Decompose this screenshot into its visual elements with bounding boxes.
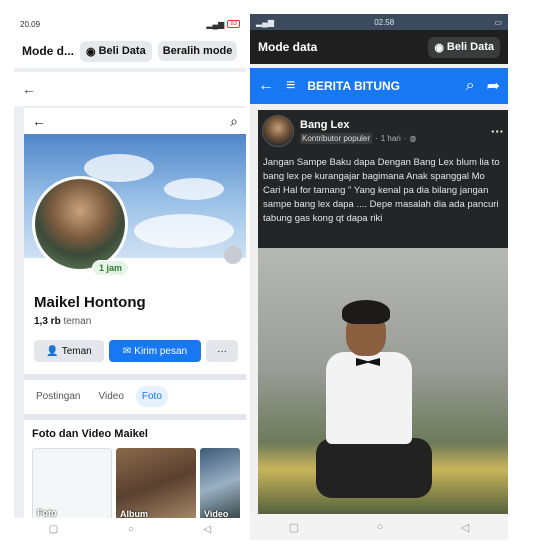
search-icon[interactable]: ⌕ <box>230 113 238 130</box>
post-photo[interactable] <box>258 248 508 518</box>
friends-button[interactable]: 👤 Teman <box>34 340 104 362</box>
video-thumbnail[interactable]: Video <box>200 448 240 518</box>
back-nav-icon[interactable]: ◁ <box>461 521 469 534</box>
active-badge: 1 jam <box>92 260 130 276</box>
signal-icon: ▂▄▆ <box>206 19 225 29</box>
mode-title: Mode data <box>258 40 318 54</box>
profile-tabs: Postingan Video Foto <box>30 386 168 407</box>
profile-avatar[interactable] <box>32 176 128 272</box>
profile-card: ← ⌕ 1 jam Maikel Hontong 1,3 rb teman 👤 … <box>24 108 246 518</box>
share-icon[interactable]: ➦ <box>487 76 500 96</box>
camera-icon[interactable] <box>224 246 242 264</box>
post-meta: Kontributor populer · 1 hari · ◍ <box>300 132 417 144</box>
tab-photo[interactable]: Foto <box>135 386 168 407</box>
contributor-badge: Kontributor populer <box>300 132 373 144</box>
recents-icon[interactable]: ▢ <box>289 521 299 534</box>
mode-title: Mode d... <box>22 44 74 58</box>
profile-name: Maikel Hontong <box>34 294 146 311</box>
menu-icon[interactable]: ≡ <box>286 77 295 95</box>
home-icon[interactable]: ○ <box>377 521 384 533</box>
divider <box>24 374 246 380</box>
globe-icon: ◍ <box>409 133 417 143</box>
tab-video[interactable]: Video <box>92 386 129 407</box>
mode-bar: Mode data ◉ Beli Data <box>250 30 508 64</box>
back-nav-icon[interactable]: ◁ <box>203 524 211 535</box>
send-message-button[interactable]: ✉ Kirim pesan <box>109 340 201 362</box>
data-icon: ◉ <box>434 41 444 54</box>
signal-icon: ▂▄▆ <box>256 17 274 27</box>
post-time[interactable]: 1 hari <box>381 134 401 143</box>
section-title: Foto dan Video Maikel <box>32 428 148 440</box>
home-icon[interactable]: ○ <box>128 524 134 535</box>
divider <box>24 414 246 420</box>
post-text: Jangan Sampe Baku dapa Dengan Bang Lex b… <box>263 157 500 224</box>
author-avatar[interactable] <box>262 115 294 147</box>
battery-icon: 83 <box>227 20 240 28</box>
post-options-icon[interactable]: ··· <box>491 124 504 139</box>
back-bar: ← <box>14 72 246 106</box>
search-icon[interactable]: ⌕ <box>466 77 475 95</box>
tab-posts[interactable]: Postingan <box>30 386 86 407</box>
status-bar: ▂▄▆ 02.58 ▭ <box>250 14 508 30</box>
messenger-icon: ✉ <box>122 345 132 357</box>
left-phone-screen: 20.09 ▂▄▆ 83 Mode d... ◉ Beli Data Beral… <box>14 14 246 540</box>
page-header: ← ≡ BERITA BITUNG ⌕ ➦ <box>250 68 508 104</box>
friends-count[interactable]: 1,3 rb teman <box>34 316 91 327</box>
profile-actions: 👤 Teman ✉ Kirim pesan ··· <box>34 340 238 362</box>
post-header: Bang Lex Kontributor populer · 1 hari · … <box>258 110 508 152</box>
mode-bar: Mode d... ◉ Beli Data Beralih mode <box>14 34 246 68</box>
system-nav-bar: ▢ ○ ◁ <box>14 518 246 540</box>
buy-data-button[interactable]: ◉ Beli Data <box>428 36 500 58</box>
author-name[interactable]: Bang Lex <box>300 119 416 131</box>
media-thumbnails: Foto Album Video <box>32 448 240 518</box>
battery-icon: ▭ <box>494 17 502 27</box>
album-thumbnail[interactable]: Album <box>116 448 196 518</box>
buy-data-button[interactable]: ◉ Beli Data <box>80 40 152 62</box>
profile-topbar: ← ⌕ <box>24 108 246 134</box>
data-icon: ◉ <box>86 45 96 58</box>
back-arrow-icon[interactable]: ← <box>32 113 46 129</box>
back-arrow-icon[interactable]: ← <box>22 81 36 97</box>
status-time: 20.09 <box>20 19 41 29</box>
person-icon: 👤 <box>46 345 59 357</box>
recents-icon[interactable]: ▢ <box>49 524 58 535</box>
page-title: BERITA BITUNG <box>307 79 401 93</box>
photo-thumbnail[interactable]: Foto <box>32 448 112 518</box>
status-time: 02.58 <box>374 17 395 27</box>
more-button[interactable]: ··· <box>206 340 238 362</box>
switch-mode-button[interactable]: Beralih mode <box>157 41 238 61</box>
status-bar: 20.09 ▂▄▆ 83 <box>14 14 246 34</box>
back-arrow-icon[interactable]: ← <box>258 77 274 95</box>
post-card: Bang Lex Kontributor populer · 1 hari · … <box>258 110 508 530</box>
system-nav-bar: ▢ ○ ◁ <box>250 514 508 540</box>
right-phone-screen: ▂▄▆ 02.58 ▭ Mode data ◉ Beli Data ← ≡ BE… <box>250 14 508 540</box>
